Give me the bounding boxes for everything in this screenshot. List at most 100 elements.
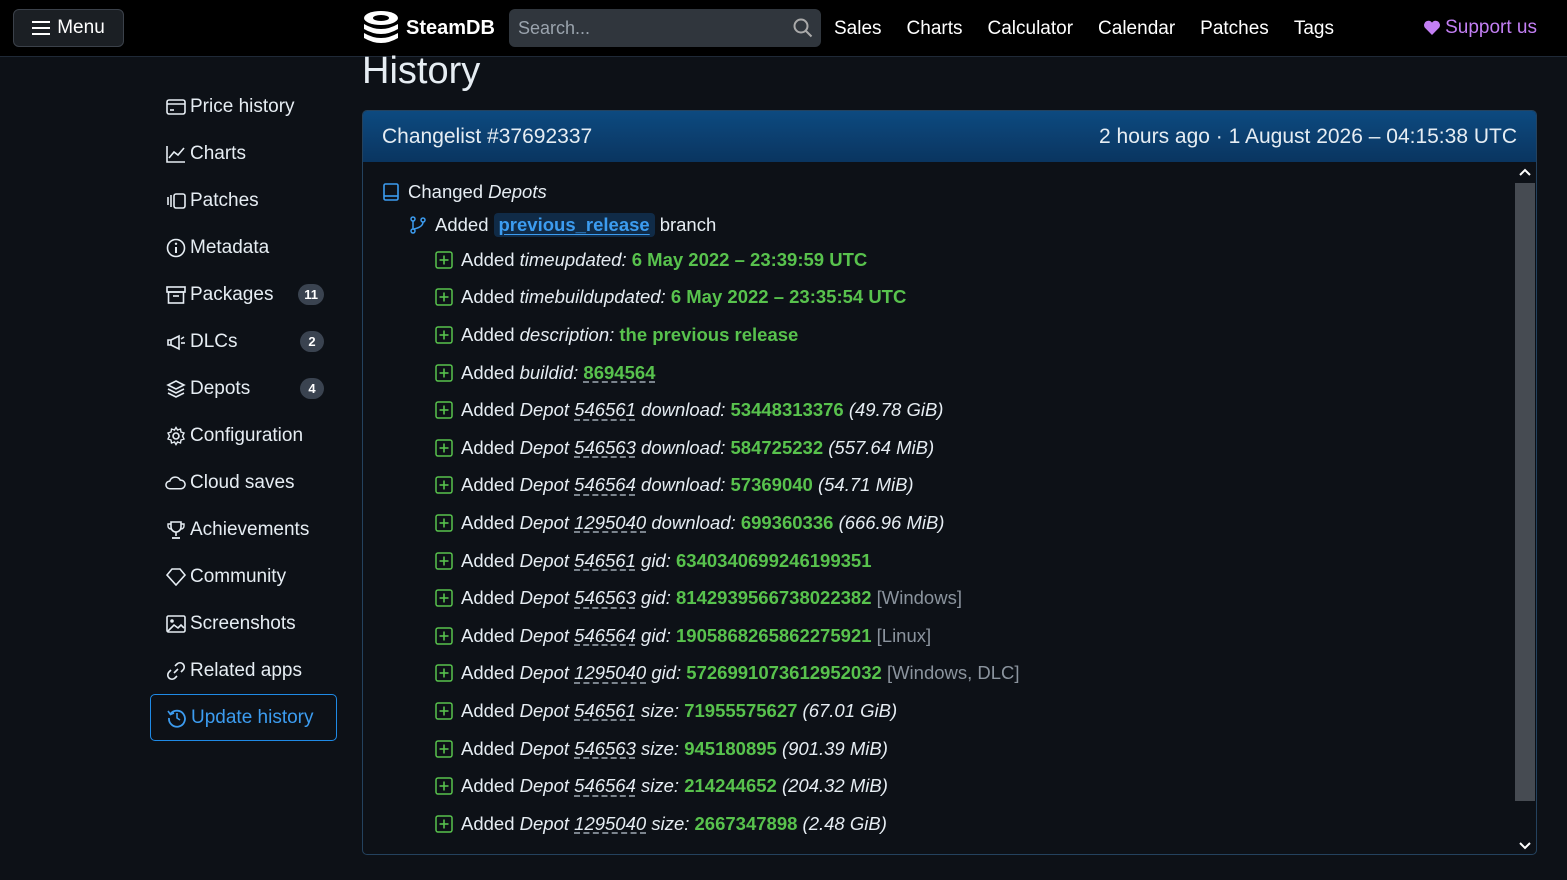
steamdb-logo[interactable]: SteamDB [362, 9, 495, 47]
change-entry-row: Added description: the previous release [382, 316, 1536, 354]
depot-change-row: Added Depot 1295040 download: 699360336 … [382, 504, 1536, 542]
packages-count-badge: 11 [298, 284, 324, 305]
branch-word: branch [659, 213, 717, 235]
sidebar-item-community[interactable]: Community [150, 553, 337, 600]
sidebar-item-label: Community [190, 565, 287, 587]
added-word: Added [461, 511, 515, 533]
entry-key: description: [519, 323, 615, 345]
top-navbar: Menu SteamDB Sales Charts Calculator Cal… [0, 0, 1567, 57]
price-history-icon [165, 96, 186, 117]
depot-size-readable: (557.64 MiB) [828, 436, 935, 458]
depot-change-row: Added Depot 546564 size: 214244652 (204.… [382, 767, 1536, 805]
depot-value: 57369040 [730, 474, 813, 496]
added-plus-icon [435, 664, 453, 683]
depot-id-link[interactable]: 1295040 [574, 813, 646, 835]
dlc-icon [165, 331, 186, 352]
added-word: Added [461, 775, 515, 797]
sidebar-item-configuration[interactable]: Configuration [150, 412, 337, 459]
nav-calculator[interactable]: Calculator [988, 18, 1074, 40]
nav-patches[interactable]: Patches [1200, 18, 1269, 40]
added-word: Added [461, 624, 515, 646]
heart-icon [1424, 20, 1441, 35]
sidebar-item-related-apps[interactable]: Related apps [150, 647, 337, 694]
depot-word: Depot [519, 474, 570, 496]
depot-id-link[interactable]: 546561 [574, 399, 636, 421]
branch-name-link[interactable]: previous_release [493, 212, 655, 237]
depot-value: 5726991073612952032 [686, 662, 882, 684]
depot-id-link[interactable]: 546564 [574, 625, 636, 647]
sidebar-item-cloud-saves[interactable]: Cloud saves [150, 459, 337, 506]
added-word: Added [461, 587, 515, 609]
entry-value[interactable]: 8694564 [583, 362, 655, 384]
scroll-thumb[interactable] [1515, 183, 1535, 801]
sidebar-item-charts[interactable]: Charts [150, 130, 337, 177]
sidebar-item-label: Cloud saves [190, 471, 295, 493]
chart-icon [165, 143, 186, 164]
sidebar-item-label: Price history [190, 95, 295, 117]
sidebar-item-metadata[interactable]: Metadata [150, 224, 337, 271]
depot-platform-tag: [Linux] [876, 624, 932, 646]
sidebar-item-patches[interactable]: Patches [150, 177, 337, 224]
depot-id-link[interactable]: 1295040 [574, 512, 646, 534]
history-icon [166, 707, 187, 728]
added-word: Added [461, 549, 515, 571]
sidebar-item-price-history[interactable]: Price history [150, 83, 337, 130]
added-word: Added [461, 737, 515, 759]
depot-word: Depot [519, 587, 570, 609]
sidebar-item-achievements[interactable]: Achievements [150, 506, 337, 553]
changelist-title[interactable]: Changelist #37692337 [382, 125, 592, 149]
nav-calendar[interactable]: Calendar [1098, 18, 1175, 40]
change-entry-row: Added buildid: 8694564 [382, 354, 1536, 392]
sidebar-item-packages[interactable]: Packages 11 [150, 271, 337, 318]
depot-change-row: Added Depot 546564 download: 57369040 (5… [382, 467, 1536, 505]
entry-value: 6 May 2022 – 23:35:54 UTC [670, 286, 907, 308]
depot-id-link[interactable]: 546561 [574, 550, 636, 572]
sidebar-item-screenshots[interactable]: Screenshots [150, 600, 337, 647]
added-plus-icon [435, 326, 453, 344]
changed-depots-row: Changed Depots [382, 176, 1536, 208]
entry-key: timeupdated: [519, 248, 627, 270]
sidebar-item-label: DLCs [190, 330, 238, 352]
support-us-link[interactable]: Support us [1423, 17, 1537, 39]
search-input[interactable] [509, 17, 779, 39]
depot-id-link[interactable]: 546564 [574, 775, 636, 797]
depot-id-link[interactable]: 546564 [574, 474, 636, 496]
depot-value: 2667347898 [694, 812, 798, 834]
depots-count-badge: 4 [300, 378, 324, 399]
sidebar-item-dlcs[interactable]: DLCs 2 [150, 318, 337, 365]
scrollbar[interactable] [1514, 162, 1536, 854]
sidebar-item-label: Charts [190, 142, 246, 164]
depot-change-row: Added Depot 546561 gid: 6340340699246199… [382, 542, 1536, 580]
added-plus-icon [435, 288, 453, 307]
nav-sales[interactable]: Sales [834, 18, 882, 40]
depot-id-link[interactable]: 546563 [574, 738, 636, 760]
depot-platform-tag: [Windows] [876, 587, 962, 609]
sidebar-item-depots[interactable]: Depots 4 [150, 365, 337, 412]
sidebar-item-label: Configuration [190, 424, 304, 446]
change-entries: Added timeupdated: 6 May 2022 – 23:39:59… [382, 241, 1536, 843]
scroll-up-icon[interactable] [1518, 165, 1532, 179]
sidebar-item-update-history[interactable]: Update history [150, 694, 337, 741]
sidebar-item-label: Packages [190, 283, 274, 305]
page-title: History [362, 50, 481, 92]
depot-word: Depot [519, 624, 570, 646]
change-entry-row: Added timebuildupdated: 6 May 2022 – 23:… [382, 279, 1536, 317]
added-plus-icon [435, 777, 453, 795]
added-plus-icon [435, 551, 453, 570]
depot-word: Depot [519, 699, 570, 721]
depot-field: gid: [641, 587, 671, 609]
depot-id-link[interactable]: 1295040 [574, 662, 646, 684]
depot-value: 584725232 [730, 436, 824, 458]
nav-charts[interactable]: Charts [907, 18, 963, 40]
depot-word: Depot [519, 511, 570, 533]
entry-value: 6 May 2022 – 23:39:59 UTC [631, 248, 868, 270]
depot-change-row: Added Depot 546561 download: 53448313376… [382, 391, 1536, 429]
nav-tags[interactable]: Tags [1294, 18, 1334, 40]
depot-id-link[interactable]: 546563 [574, 587, 636, 609]
added-plus-icon [435, 702, 453, 720]
depot-id-link[interactable]: 546563 [574, 437, 636, 459]
search-icon[interactable] [793, 18, 813, 38]
menu-button[interactable]: Menu [13, 9, 124, 47]
depot-id-link[interactable]: 546561 [574, 700, 636, 722]
scroll-down-icon[interactable] [1518, 839, 1532, 853]
